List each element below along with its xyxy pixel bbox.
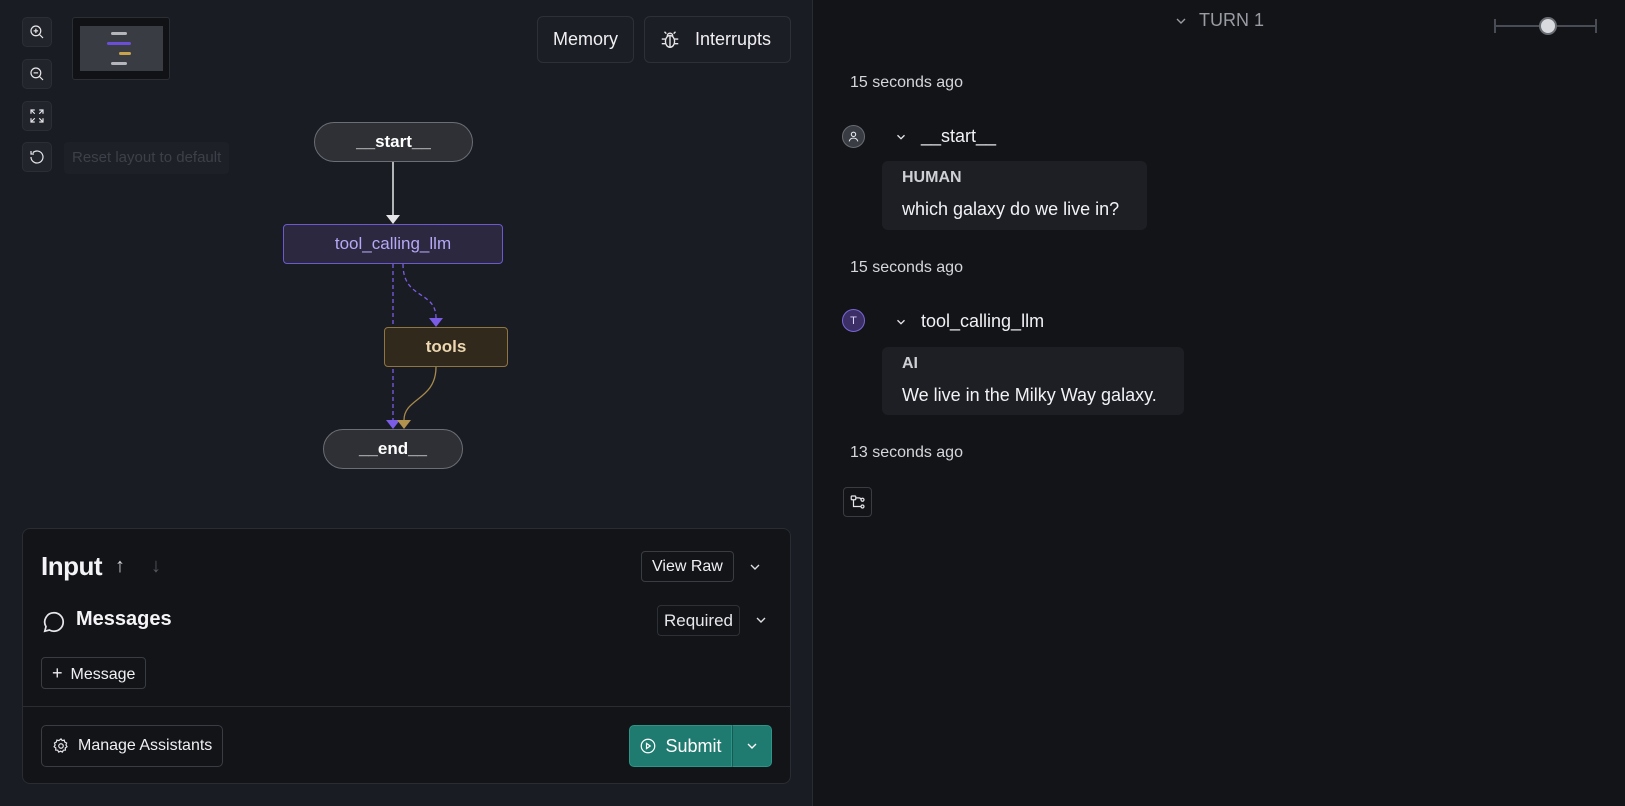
minimap[interactable] [72, 17, 170, 80]
event-node-name[interactable]: tool_calling_llm [921, 311, 1044, 332]
manage-assistants-label: Manage Assistants [78, 737, 213, 754]
edge-arrow [397, 420, 411, 429]
event-timestamp: 13 seconds ago [850, 444, 963, 461]
input-panel: Input ↑ ↓ View Raw Messages Required + Me… [22, 528, 791, 784]
event-timestamp: 15 seconds ago [850, 74, 963, 91]
reset-layout-tooltip: Reset layout to default [64, 142, 230, 174]
graph-node-tools[interactable]: tools [384, 327, 508, 367]
message-bubble: HUMAN which galaxy do we live in? [882, 161, 1147, 230]
slider-end-cap [1595, 19, 1597, 33]
play-circle-icon [641, 738, 656, 754]
add-message-label: Message [70, 666, 136, 683]
arrow-down-icon[interactable]: ↓ [151, 555, 161, 578]
edge-tools-end [403, 366, 437, 421]
reset-layout-button[interactable] [22, 142, 52, 172]
minimap-node [111, 32, 127, 35]
submit-button[interactable]: Submit [629, 725, 732, 767]
chevron-down-icon [1176, 18, 1186, 24]
turn-label: TURN 1 [1199, 10, 1265, 30]
event-node-name[interactable]: __start__ [921, 126, 996, 147]
edge-arrow [429, 318, 443, 327]
edge-arrow [386, 215, 400, 224]
slider-start-cap [1494, 19, 1496, 33]
chevron-down-icon [747, 743, 757, 749]
avatar [842, 125, 865, 148]
avatar: T [842, 309, 865, 332]
required-badge: Required [657, 605, 740, 636]
event-timestamp: 15 seconds ago [850, 259, 963, 276]
bug-icon [661, 30, 679, 48]
manage-assistants-button[interactable]: Manage Assistants [41, 725, 224, 767]
user-icon [848, 131, 859, 142]
messages-label: Messages [76, 608, 172, 630]
interrupts-button[interactable]: Interrupts [644, 16, 791, 63]
branch-icon [850, 495, 865, 509]
arrow-up-icon[interactable]: ↑ [115, 555, 125, 578]
submit-options-button[interactable] [732, 725, 772, 767]
message-text: which galaxy do we live in? [902, 199, 1120, 219]
memory-label: Memory [552, 29, 618, 49]
memory-button[interactable]: Memory [537, 16, 634, 63]
turn-header[interactable]: TURN 1 [1173, 10, 1264, 31]
graph-node-start[interactable]: __start__ [314, 122, 473, 162]
edge-arrow [386, 420, 400, 429]
minimap-node [111, 62, 127, 65]
zoom-in-icon [30, 25, 44, 39]
edge-llm-tools [402, 263, 437, 319]
graph-pane: Reset layout to default Memory Interrupt… [0, 0, 812, 806]
message-bubble: AI We live in the Milky Way galaxy. [882, 347, 1184, 415]
add-message-button[interactable]: + Message [41, 657, 147, 689]
expand-icon [30, 109, 44, 123]
chevron-down-icon[interactable] [747, 559, 763, 575]
zoom-in-button[interactable] [22, 17, 52, 47]
zoom-out-button[interactable] [22, 59, 52, 89]
gear-icon [53, 737, 68, 753]
fit-view-button[interactable] [22, 101, 52, 131]
message-role: AI [902, 355, 918, 372]
chevron-down-icon[interactable] [753, 612, 769, 628]
plus-icon: + [52, 663, 63, 683]
zoom-out-icon [30, 67, 44, 81]
turn-slider-handle[interactable] [1539, 17, 1557, 35]
reset-icon [30, 150, 44, 164]
chevron-down-icon[interactable] [894, 315, 908, 329]
graph-node-tool-calling-llm[interactable]: tool_calling_llm [283, 224, 503, 264]
message-text: We live in the Milky Way galaxy. [902, 385, 1157, 405]
chevron-down-icon[interactable] [894, 130, 908, 144]
fork-graph-button[interactable] [843, 487, 872, 517]
graph-node-end[interactable]: __end__ [323, 429, 463, 469]
minimap-node [107, 42, 131, 45]
message-bubble-icon [43, 611, 65, 633]
interrupts-label: Interrupts [695, 29, 772, 49]
input-title: Input [41, 551, 103, 581]
message-role: HUMAN [902, 169, 962, 186]
view-raw-button[interactable]: View Raw [641, 551, 734, 582]
submit-label: Submit [665, 735, 722, 756]
panel-divider [23, 706, 790, 707]
minimap-node [119, 52, 131, 55]
run-pane: TURN 1 15 seconds ago __start__ HUMAN wh… [813, 0, 1625, 806]
